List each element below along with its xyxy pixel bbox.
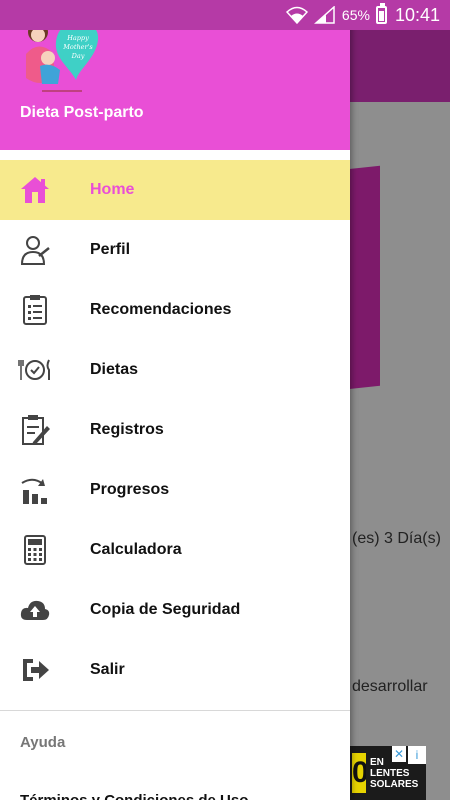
- menu-label-home: Home: [90, 181, 135, 198]
- menu-divider: [0, 710, 350, 711]
- clipboard-list-icon: [18, 293, 52, 327]
- navigation-drawer: Happy Mother's Day Dieta Post-parto Home: [0, 0, 350, 800]
- status-bar: 65% 10:41: [0, 0, 450, 30]
- calculator-icon: [18, 533, 52, 567]
- menu-label-copia-de-seguridad: Copia de Seguridad: [90, 601, 241, 618]
- menu-label-salir: Salir: [90, 661, 125, 678]
- menu-item-dietas[interactable]: Dietas: [0, 340, 350, 400]
- ad-banner[interactable]: 0 EN LENTES SOLARES ✕ i: [350, 746, 426, 800]
- menu-item-progresos[interactable]: Progresos: [0, 460, 350, 520]
- profile-icon: [18, 233, 52, 267]
- battery-icon: [375, 3, 387, 24]
- menu-label-progresos: Progresos: [90, 481, 170, 498]
- menu-label-dietas: Dietas: [90, 361, 139, 378]
- background-text-duration: (es) 3 Día(s): [352, 530, 441, 547]
- exit-icon: [18, 653, 52, 687]
- signal-icon: [313, 6, 336, 24]
- status-time: 10:41: [394, 4, 440, 25]
- menu-label-calculadora: Calculadora: [90, 541, 182, 558]
- menu-item-registros[interactable]: Registros: [0, 400, 350, 460]
- svg-text:Day: Day: [71, 52, 85, 60]
- menu-item-perfil[interactable]: Perfil: [0, 220, 350, 280]
- menu-item-copia-de-seguridad[interactable]: Copia de Seguridad: [0, 580, 350, 640]
- menu-item-salir[interactable]: Salir: [0, 640, 350, 700]
- wifi-icon: [285, 6, 308, 24]
- battery-percent: 65%: [341, 7, 370, 23]
- ad-info-icon[interactable]: i: [408, 746, 426, 764]
- svg-text:Mother's: Mother's: [62, 43, 93, 51]
- ad-number: 0: [352, 753, 366, 793]
- plate-cutlery-icon: [18, 353, 52, 387]
- menu-label-perfil: Perfil: [90, 241, 131, 258]
- menu-label-registros: Registros: [90, 421, 164, 438]
- section-header-ayuda: Ayuda: [20, 734, 66, 751]
- ad-close-icon[interactable]: ✕: [392, 746, 406, 762]
- app-title: Dieta Post-parto: [20, 104, 144, 121]
- menu-item-calculadora[interactable]: Calculadora: [0, 520, 350, 580]
- svg-text:Happy: Happy: [66, 34, 89, 42]
- clipboard-edit-icon: [18, 413, 52, 447]
- menu-item-home[interactable]: Home: [0, 160, 350, 220]
- menu-item-recomendaciones[interactable]: Recomendaciones: [0, 280, 350, 340]
- menu-item-terminos[interactable]: Términos y Condiciones de Uso: [20, 792, 248, 800]
- drawer-menu: Home Perfil Recomendaciones Dietas Regis…: [0, 160, 350, 700]
- cloud-upload-icon: [18, 593, 52, 627]
- progress-chart-icon: [18, 473, 52, 507]
- background-text-develop: desarrollar: [352, 678, 428, 695]
- home-icon: [18, 173, 52, 207]
- menu-label-recomendaciones: Recomendaciones: [90, 301, 232, 318]
